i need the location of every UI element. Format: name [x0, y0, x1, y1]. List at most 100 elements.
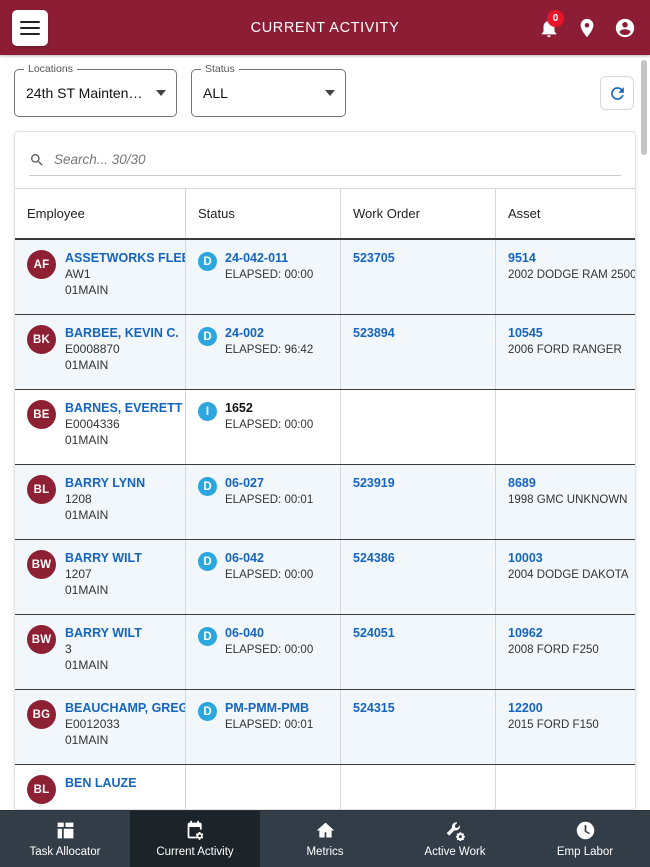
app-root: CURRENT ACTIVITY 0 Locations 24th ST Mai…	[0, 0, 650, 867]
column-header-asset[interactable]: Asset	[495, 189, 635, 238]
status-code[interactable]: 06-040	[225, 625, 313, 641]
status-type-badge: D	[198, 327, 217, 346]
work-order-link[interactable]: 524315	[353, 700, 395, 716]
cell-employee: BW BARRY WILT 3 01MAIN	[15, 615, 185, 689]
status-code[interactable]: 06-027	[225, 475, 313, 491]
cell-status	[185, 765, 340, 809]
asset-cell: 9514 2002 DODGE RAM 2500HD	[508, 250, 635, 285]
search-icon	[31, 153, 43, 166]
cell-status: D 24-042-011 ELAPSED: 00:00	[185, 240, 340, 314]
employee-id: 1208	[65, 492, 92, 506]
work-order-link[interactable]: 523705	[353, 250, 395, 266]
cell-asset: 9514 2002 DODGE RAM 2500HD	[495, 240, 635, 314]
employee-name-link[interactable]: BARBEE, KEVIN C.	[65, 326, 179, 341]
cell-employee: BE BARNES, EVERETT W E0004336 01MAIN	[15, 390, 185, 464]
status-code[interactable]: 24-042-011	[225, 250, 313, 266]
table-row[interactable]: BW BARRY WILT 3 01MAIN D 06-040 ELAPSED: 00:00…	[15, 615, 635, 690]
employee-cell: BW BARRY WILT 3 01MAIN	[27, 625, 173, 673]
status-code[interactable]: PM-PMM-PMB	[225, 700, 313, 716]
work-order-link[interactable]: 524051	[353, 625, 395, 641]
asset-id-link[interactable]: 9514	[508, 250, 635, 266]
bottom-nav-label: Emp Labor	[556, 846, 614, 858]
location-pin-icon[interactable]	[576, 17, 598, 39]
status-type-badge: I	[198, 402, 217, 421]
status-code[interactable]: 06-042	[225, 550, 313, 566]
bottom-nav-item-task-allocator[interactable]: Task Allocator	[0, 811, 130, 867]
asset-id-link[interactable]: 12200	[508, 700, 599, 716]
refresh-button[interactable]	[600, 76, 634, 110]
avatar: BW	[27, 550, 56, 579]
employee-name-link[interactable]: BARRY LYNN	[65, 476, 145, 491]
employee-name-link[interactable]: BARNES, EVERETT W	[65, 401, 185, 416]
employee-name-link[interactable]: BARRY WILT	[65, 626, 142, 641]
employee-name-link[interactable]: BEAUCHAMP, GREGORY	[65, 701, 185, 716]
cell-employee: BL BARRY LYNN 1208 01MAIN	[15, 465, 185, 539]
cell-work-order: 524051	[340, 615, 495, 689]
employee-text: BARNES, EVERETT W E0004336 01MAIN	[65, 400, 185, 448]
cell-employee: BW BARRY WILT 1207 01MAIN	[15, 540, 185, 614]
asset-id-link[interactable]: 10003	[508, 550, 629, 566]
bottom-nav-item-emp-labor[interactable]: Emp Labor	[520, 811, 650, 867]
cell-work-order: 523919	[340, 465, 495, 539]
header-actions: 0	[538, 9, 636, 39]
locations-select[interactable]: Locations 24th ST Maintenanc...	[14, 63, 177, 117]
bottom-nav-label: Active Work	[424, 846, 486, 858]
status-cell: I 1652 ELAPSED: 00:00	[198, 400, 328, 434]
column-header-employee[interactable]: Employee	[15, 189, 185, 238]
work-order-link[interactable]: 524386	[353, 550, 395, 566]
cell-asset: 8689 1998 GMC UNKNOWN	[495, 465, 635, 539]
bottom-nav-item-metrics[interactable]: Metrics	[260, 811, 390, 867]
asset-cell: 10003 2004 DODGE DAKOTA	[508, 550, 629, 585]
table-header-row: Employee Status Work Order Asset	[15, 188, 635, 240]
table-row[interactable]: AF ASSETWORKS FLEET AW1 01MAIN D 24-042-011 EL…	[15, 240, 635, 315]
table-row[interactable]: BK BARBEE, KEVIN C. E0008870 01MAIN D 24-002 E…	[15, 315, 635, 390]
hamburger-menu-icon[interactable]	[12, 9, 48, 46]
cell-work-order: 523705	[340, 240, 495, 314]
status-text: 24-002 ELAPSED: 96:42	[225, 325, 313, 359]
search-input[interactable]	[54, 152, 621, 167]
employee-name-link[interactable]: BARRY WILT	[65, 551, 142, 566]
work-order-link[interactable]: 523894	[353, 325, 395, 341]
bottom-nav-item-active-work[interactable]: Active Work	[390, 811, 520, 867]
asset-id-link[interactable]: 10962	[508, 625, 599, 641]
employee-id: AW1	[65, 267, 91, 281]
account-circle-icon[interactable]	[614, 17, 636, 39]
home-icon	[316, 822, 334, 838]
asset-id-link[interactable]: 10545	[508, 325, 622, 341]
employee-name-link[interactable]: ASSETWORKS FLEET	[65, 251, 185, 266]
cell-work-order: 524315	[340, 690, 495, 764]
status-elapsed: ELAPSED: 00:01	[225, 494, 314, 506]
employee-cell: BL BARRY LYNN 1208 01MAIN	[27, 475, 173, 523]
status-select[interactable]: Status ALL	[191, 63, 346, 117]
table-row[interactable]: BL BEN LAUZE	[15, 765, 635, 809]
employee-department: 01MAIN	[65, 733, 109, 747]
vertical-scrollbar-thumb[interactable]	[641, 60, 647, 155]
column-header-status[interactable]: Status	[185, 189, 340, 238]
bottom-nav-item-current-activity[interactable]: Current Activity	[130, 811, 260, 867]
employee-name-link[interactable]: BEN LAUZE	[65, 776, 137, 791]
asset-id-link[interactable]: 8689	[508, 475, 628, 491]
table-row[interactable]: BL BARRY LYNN 1208 01MAIN D 06-027 ELAPSED: 00…	[15, 465, 635, 540]
status-type-badge: D	[198, 702, 217, 721]
table-row[interactable]: BG BEAUCHAMP, GREGORYE0012033 01MAIN D PM-PM…	[15, 690, 635, 765]
employee-id: E0012033	[65, 717, 120, 731]
table-row[interactable]: BE BARNES, EVERETT W E0004336 01MAIN I 1652 EL…	[15, 390, 635, 465]
cell-status: D 06-040 ELAPSED: 00:00	[185, 615, 340, 689]
status-elapsed: ELAPSED: 00:00	[225, 569, 314, 581]
employee-id: 3	[65, 642, 72, 656]
asset-cell: 12200 2015 FORD F150	[508, 700, 599, 735]
status-cell: D 06-040 ELAPSED: 00:00	[198, 625, 328, 659]
column-header-work-order[interactable]: Work Order	[340, 189, 495, 238]
asset-description: 2015 FORD F150	[508, 719, 599, 731]
employee-text: BARRY WILT 1207 01MAIN	[65, 550, 142, 598]
employee-cell: BG BEAUCHAMP, GREGORYE0012033 01MAIN	[27, 700, 185, 748]
asset-description: 2006 FORD RANGER	[508, 344, 622, 356]
notifications-button[interactable]: 0	[538, 9, 564, 39]
cell-status: D PM-PMM-PMB ELAPSED: 00:01	[185, 690, 340, 764]
status-type-badge: D	[198, 477, 217, 496]
table-row[interactable]: BW BARRY WILT 1207 01MAIN D 06-042 ELAPSED: 00…	[15, 540, 635, 615]
status-cell: D PM-PMM-PMB ELAPSED: 00:01	[198, 700, 328, 734]
status-code[interactable]: 24-002	[225, 325, 313, 341]
asset-description: 2004 DODGE DAKOTA	[508, 569, 629, 581]
work-order-link[interactable]: 523919	[353, 475, 395, 491]
